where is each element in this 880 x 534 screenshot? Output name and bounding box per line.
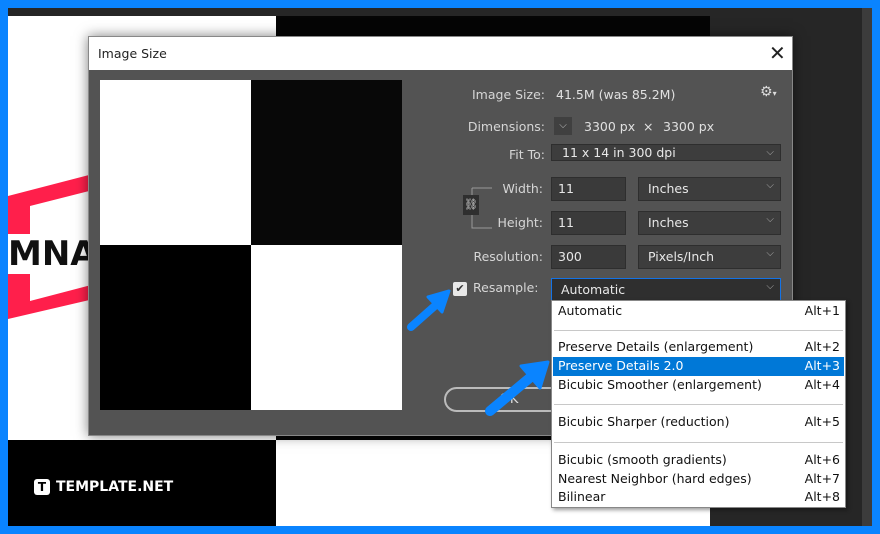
menu-separator	[554, 404, 843, 405]
menu-item-label: Bilinear	[558, 489, 606, 504]
menu-item-preserve-details-2[interactable]: Preserve Details 2.0 Alt+3	[553, 357, 844, 376]
close-icon[interactable]: ✕	[769, 41, 786, 65]
height-unit-select[interactable]: Inches ⌵	[638, 211, 781, 235]
menu-item-bicubic[interactable]: Bicubic (smooth gradients) Alt+6	[553, 451, 844, 470]
menu-item-label: Nearest Neighbor (hard edges)	[558, 471, 752, 486]
resolution-input[interactable]: 300	[551, 245, 626, 269]
menu-item-label: Automatic	[558, 303, 623, 318]
fit-to-select[interactable]: 11 x 14 in 300 dpi ⌵	[551, 144, 781, 161]
resample-dropdown-menu: Automatic Alt+1 Preserve Details (enlarge…	[551, 300, 846, 508]
menu-separator	[554, 442, 843, 443]
menu-item-shortcut: Alt+1	[804, 303, 840, 318]
dialog-title: Image Size	[98, 46, 167, 61]
dimensions-width: 3300 px	[584, 119, 636, 134]
resolution-unit-value: Pixels/Inch	[648, 249, 715, 264]
resample-checkbox[interactable]: ✔	[453, 282, 467, 296]
preview	[100, 80, 402, 410]
gear-icon[interactable]: ⚙▾	[760, 84, 777, 100]
ok-label: OK	[499, 392, 519, 407]
dimensions-label: Dimensions:	[467, 119, 545, 134]
menu-item-shortcut: Alt+8	[804, 489, 840, 504]
menu-item-shortcut: Alt+5	[804, 414, 840, 429]
dialog-titlebar: Image Size ✕	[89, 37, 792, 70]
menu-item-label: Preserve Details (enlargement)	[558, 339, 754, 354]
menu-item-shortcut: Alt+6	[804, 452, 840, 467]
menu-separator	[554, 330, 843, 331]
width-label: Width:	[502, 181, 543, 196]
menu-item-bicubic-sharper[interactable]: Bicubic Sharper (reduction) Alt+5	[553, 413, 844, 432]
height-label: Height:	[497, 215, 543, 230]
preview-tile	[100, 245, 251, 410]
menu-item-bilinear[interactable]: Bilinear Alt+8	[553, 488, 844, 507]
menu-item-label: Bicubic (smooth gradients)	[558, 452, 727, 467]
preview-tile	[251, 80, 402, 245]
template-t-icon: T	[34, 479, 50, 495]
template-logo: T TEMPLATE.NET	[34, 479, 173, 495]
menu-item-bicubic-smoother[interactable]: Bicubic Smoother (enlargement) Alt+4	[553, 376, 844, 395]
chevron-down-icon: ⌵	[766, 180, 774, 191]
resample-value: Automatic	[561, 282, 626, 297]
chevron-down-icon: ⌵	[766, 248, 774, 259]
dimensions-x: ×	[643, 119, 654, 134]
scrollbar[interactable]	[862, 8, 872, 526]
image-size-value: 41.5M (was 85.2M)	[556, 87, 676, 102]
menu-item-nearest-neighbor[interactable]: Nearest Neighbor (hard edges) Alt+7	[553, 470, 844, 489]
canvas-text: MNA	[8, 234, 99, 274]
menu-item-label: Bicubic Smoother (enlargement)	[558, 377, 762, 392]
menu-item-label: Preserve Details 2.0	[558, 358, 684, 373]
menu-item-shortcut: Alt+2	[804, 339, 840, 354]
chevron-down-icon: ⌵	[766, 214, 774, 225]
resolution-unit-select[interactable]: Pixels/Inch ⌵	[638, 245, 781, 269]
chevron-down-icon: ⌵	[766, 281, 774, 292]
image-size-label: Image Size:	[472, 87, 545, 102]
menu-item-preserve-details[interactable]: Preserve Details (enlargement) Alt+2	[553, 338, 844, 357]
height-input[interactable]: 11	[551, 211, 626, 235]
preview-tile	[251, 245, 402, 410]
menu-item-shortcut: Alt+7	[804, 471, 840, 486]
menu-item-shortcut: Alt+4	[804, 377, 840, 392]
dimensions-height: 3300 px	[663, 119, 715, 134]
menu-item-label: Bicubic Sharper (reduction)	[558, 414, 730, 429]
chain-link-icon[interactable]: ⛓	[463, 195, 479, 215]
resample-label: Resample:	[473, 280, 539, 295]
chevron-down-icon: ⌵	[766, 147, 774, 158]
width-unit-value: Inches	[648, 181, 689, 196]
fit-to-label: Fit To:	[509, 147, 545, 162]
preview-tile	[100, 80, 251, 245]
resample-select[interactable]: Automatic ⌵	[551, 278, 781, 302]
width-input[interactable]: 11	[551, 177, 626, 201]
fit-to-value: 11 x 14 in 300 dpi	[562, 145, 676, 160]
height-unit-value: Inches	[648, 215, 689, 230]
menu-item-shortcut: Alt+3	[804, 358, 840, 373]
watermark-text: TEMPLATE.NET	[56, 479, 174, 495]
dimensions-toggle[interactable]: ⌵	[554, 117, 572, 135]
resolution-label: Resolution:	[473, 249, 543, 264]
width-unit-select[interactable]: Inches ⌵	[638, 177, 781, 201]
menu-item-automatic[interactable]: Automatic Alt+1	[553, 302, 844, 321]
